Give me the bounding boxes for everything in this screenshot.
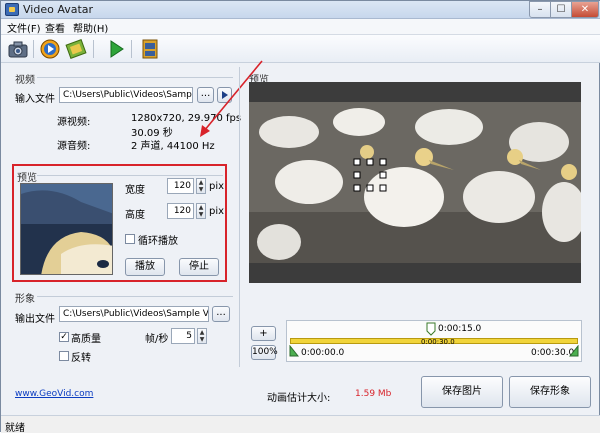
start-time: 0:00:00.0 (301, 348, 345, 358)
reverse-label: 反转 (71, 353, 91, 364)
input-file-label: 输入文件 (15, 94, 55, 105)
output-file-label: 输出文件 (15, 314, 55, 325)
height-label: 高度 (125, 210, 145, 221)
reverse-checkbox[interactable] (59, 351, 69, 361)
letterbox-bottom (249, 263, 581, 283)
end-time: 0:00:30.0 (531, 348, 575, 358)
menu-bar: 文件(F) 查看 帮助(H) (1, 19, 600, 35)
camera-icon[interactable] (7, 38, 29, 60)
divider (37, 296, 233, 297)
marker-time: 0:00:15.0 (438, 324, 482, 334)
panel-divider (239, 67, 240, 367)
end-handle-icon[interactable] (569, 345, 579, 357)
minimize-button[interactable]: – (529, 1, 551, 18)
video-frame-image (249, 102, 581, 263)
title-bar[interactable]: Video Avatar – ☐ ✕ (1, 1, 600, 19)
width-unit: pix (209, 181, 225, 192)
fps-spinner[interactable]: ▲ ▼ (197, 328, 207, 344)
save-image-button[interactable]: 保存图片 (421, 376, 503, 408)
source-video-label: 源视频: (57, 117, 91, 128)
menu-file[interactable]: 文件(F) (7, 20, 41, 35)
timeline-mid-time: 0:00:30.0 (421, 338, 455, 346)
status-bar: 就绪 (1, 415, 600, 434)
playhead-marker-icon[interactable] (426, 322, 436, 336)
toolbar-separator (93, 40, 94, 58)
input-file-field[interactable]: C:\Users\Public\Videos\Sample Videos\ (59, 87, 193, 103)
browse-output-button[interactable]: ... (212, 306, 230, 322)
fps-label: 帧/秒 (145, 334, 169, 345)
close-button[interactable]: ✕ (571, 1, 599, 18)
app-window: Video Avatar – ☐ ✕ 文件(F) 查看 帮助(H) 视频 输入文… (0, 0, 600, 434)
menu-help[interactable]: 帮助(H) (73, 20, 108, 35)
divider (37, 175, 223, 176)
stop-button[interactable]: 停止 (179, 258, 219, 276)
play-button[interactable]: 播放 (125, 258, 165, 276)
app-icon (5, 3, 19, 16)
toolbar (1, 35, 600, 63)
website-link[interactable]: www.GeoVid.com (15, 389, 93, 399)
height-spinner[interactable]: ▲ ▼ (196, 203, 206, 219)
size-estimate-value: 1.59 Mb (355, 389, 392, 399)
video-section-title: 视频 (15, 75, 35, 86)
media-player-icon[interactable] (39, 38, 61, 60)
save-avatar-button[interactable]: 保存形象 (509, 376, 591, 408)
width-spinner[interactable]: ▲ ▼ (196, 178, 206, 194)
avatar-preview-thumbnail (20, 183, 113, 275)
size-estimate-label: 动画估计大小: (267, 393, 331, 404)
preview-section-title: 预览 (17, 173, 37, 184)
loop-checkbox[interactable] (125, 234, 135, 244)
start-handle-icon[interactable] (289, 345, 299, 357)
video-preview[interactable] (249, 82, 581, 283)
zoom-level-button[interactable]: 100% (251, 345, 278, 360)
menu-view[interactable]: 查看 (45, 20, 65, 35)
play-icon[interactable] (105, 38, 127, 60)
zoom-in-button[interactable]: + (251, 326, 276, 341)
window-title: Video Avatar (23, 3, 94, 16)
height-input[interactable]: 120 (167, 203, 194, 219)
high-quality-checkbox[interactable]: ✓ (59, 332, 69, 342)
source-audio-label: 源音频: (57, 141, 91, 152)
crop-selection-handles[interactable] (353, 158, 387, 192)
loop-label: 循环播放 (138, 236, 178, 247)
high-quality-label: 高质量 (71, 334, 101, 345)
maximize-button[interactable]: ☐ (550, 1, 572, 18)
width-label: 宽度 (125, 185, 145, 196)
fps-input[interactable]: 5 (171, 328, 195, 344)
toolbar-separator (131, 40, 132, 58)
source-audio-value: 2 声道, 44100 Hz (131, 141, 215, 152)
toolbar-separator (33, 40, 34, 58)
letterbox-top (249, 82, 581, 102)
film-icon[interactable] (65, 38, 87, 60)
output-file-field[interactable]: C:\Users\Public\Videos\Sample Videos\Wil… (59, 306, 209, 322)
shape-section-title: 形象 (15, 294, 35, 305)
width-input[interactable]: 120 (167, 178, 194, 194)
height-unit: pix (209, 206, 225, 217)
filmstrip-icon[interactable] (139, 38, 161, 60)
